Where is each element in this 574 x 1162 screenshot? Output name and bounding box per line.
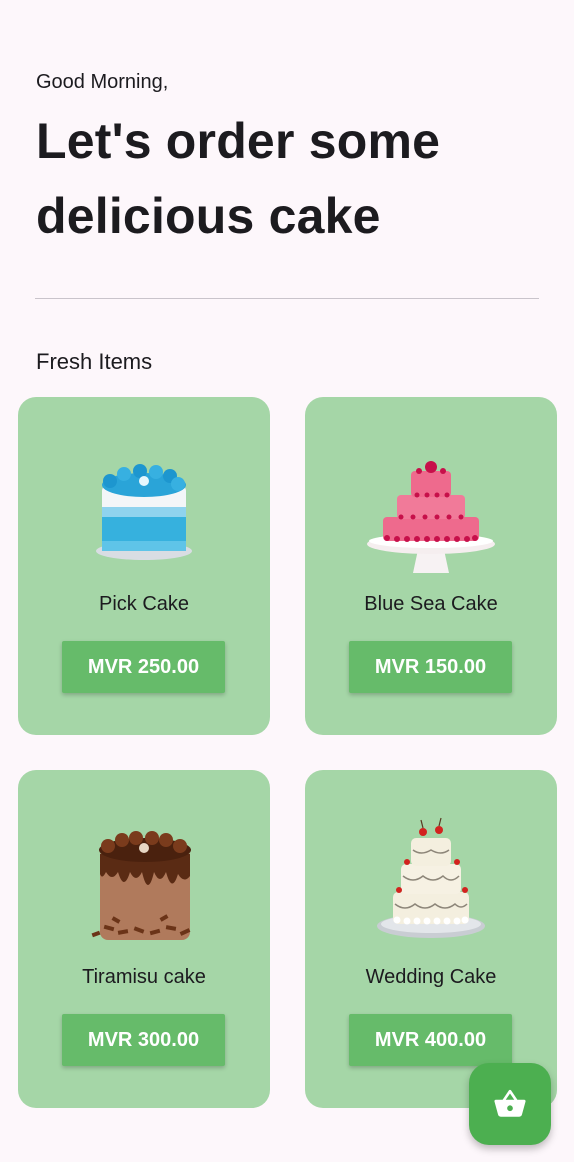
product-card-blue-sea-cake[interactable]: Blue Sea Cake MVR 150.00 xyxy=(305,397,557,735)
divider xyxy=(35,298,539,299)
price-button[interactable]: MVR 400.00 xyxy=(349,1014,512,1066)
blue-frosted-cake-image xyxy=(74,441,214,581)
pink-tiered-cake-image xyxy=(361,441,501,581)
cart-fab-button[interactable] xyxy=(469,1063,551,1145)
wedding-cake-image xyxy=(361,814,501,954)
product-card-pick-cake[interactable]: Pick Cake MVR 250.00 xyxy=(18,397,270,735)
product-name: Tiramisu cake xyxy=(82,966,206,988)
product-name: Wedding Cake xyxy=(365,966,497,988)
price-button[interactable]: MVR 300.00 xyxy=(62,1014,225,1066)
page-title: Let's order some delicious cake xyxy=(36,113,441,244)
greeting-text: Good Morning, xyxy=(36,71,169,93)
shopping-basket-icon xyxy=(494,1089,526,1117)
section-title: Fresh Items xyxy=(36,349,153,374)
product-card-tiramisu-cake[interactable]: Tiramisu cake MVR 300.00 xyxy=(18,770,270,1108)
product-name: Blue Sea Cake xyxy=(364,593,498,615)
price-button[interactable]: MVR 250.00 xyxy=(62,641,225,693)
product-card-wedding-cake[interactable]: Wedding Cake MVR 400.00 xyxy=(305,770,557,1108)
product-name: Pick Cake xyxy=(98,593,190,615)
price-button[interactable]: MVR 150.00 xyxy=(349,641,512,693)
chocolate-cake-image xyxy=(74,814,214,954)
